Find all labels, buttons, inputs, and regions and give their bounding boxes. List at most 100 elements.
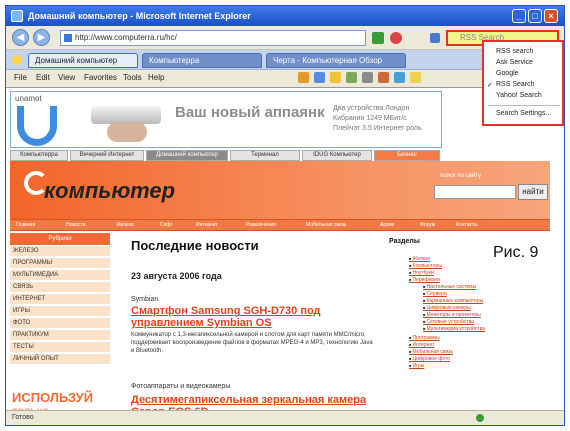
print-icon[interactable]	[362, 72, 373, 83]
tree-link[interactable]: Цифровые камеры	[423, 305, 471, 311]
banner-ad[interactable]: unamot Ваш новый аппаянк Два устройства …	[10, 91, 442, 148]
site-tab[interactable]: IDUG Компьютер	[302, 150, 372, 161]
menu-file[interactable]: File	[14, 73, 27, 82]
left-sidebar-header: Рубрики	[10, 233, 110, 245]
tree-link[interactable]: Сетевые устройства	[423, 319, 474, 325]
site-search-input[interactable]	[434, 185, 516, 199]
favorites-star-icon[interactable]	[12, 55, 22, 65]
menu-tools[interactable]: Tools	[123, 73, 142, 82]
nav-item[interactable]: Новости	[66, 222, 85, 229]
nav-item[interactable]: Интернет	[196, 222, 218, 229]
menu-edit[interactable]: Edit	[36, 73, 50, 82]
title-bar: Домашний компьютер - Microsoft Internet …	[6, 6, 564, 26]
favorites-icon[interactable]	[330, 72, 341, 83]
tree-link[interactable]: Интернет	[409, 342, 435, 348]
nav-item[interactable]: Архив	[380, 222, 394, 229]
sidebar-item[interactable]: ПРОГРАММЫ	[10, 258, 110, 269]
site-search-hint: поиск по сайту	[440, 173, 481, 179]
checkmark-icon: ✓	[487, 82, 493, 89]
ad-hand-image	[107, 122, 147, 142]
news-heading: Последние новости	[131, 238, 259, 253]
tree-link[interactable]: Сервера	[423, 291, 447, 297]
tree-link[interactable]: Игры	[409, 363, 425, 369]
nav-item[interactable]: Железо	[116, 222, 134, 229]
menu-favorites[interactable]: Favorites	[84, 73, 117, 82]
tree-link[interactable]: Карманные компьютеры	[423, 298, 484, 304]
ad-logo: unamot	[15, 94, 42, 103]
site-tab[interactable]: Бизнес	[374, 150, 440, 161]
sidebar-item[interactable]: ИНТЕРНЕТ	[10, 294, 110, 305]
search-provider-item[interactable]: Yahoo! Search	[496, 92, 542, 99]
back-icon[interactable]: ◀	[12, 29, 29, 46]
tree-link[interactable]: Мультимедиа устройства	[423, 326, 486, 332]
nav-item[interactable]: Форум	[420, 222, 435, 229]
close-button[interactable]: ×	[544, 9, 558, 23]
article-text: Коммуникатор с 1,3-мегапиксельной камеро…	[131, 332, 373, 354]
search-engine-icon[interactable]	[430, 33, 440, 43]
window-title: Домашний компьютер - Microsoft Internet …	[28, 11, 251, 21]
site-tab[interactable]: Терминал	[230, 150, 300, 161]
mail-icon[interactable]	[378, 72, 389, 83]
sidebar-item[interactable]: ФОТО	[10, 318, 110, 329]
nav-item[interactable]: Софт	[160, 222, 173, 229]
history-icon[interactable]	[346, 72, 357, 83]
tree-link[interactable]: Компьютеры	[409, 263, 442, 269]
site-tab[interactable]: Вечерний Интернет	[70, 150, 144, 161]
menu-help[interactable]: Help	[148, 73, 164, 82]
tree-link[interactable]: Периферия	[409, 277, 440, 283]
page-icon-toolbar[interactable]	[410, 72, 421, 83]
search-provider-item[interactable]: RSS search	[496, 48, 533, 55]
tools-icon[interactable]	[394, 72, 405, 83]
feeds-icon[interactable]	[314, 72, 325, 83]
sidebar-item[interactable]: СВЯЗЬ	[10, 282, 110, 293]
site-section-tabs: Компьютерра Вечерний Интернет Домашний к…	[10, 150, 442, 161]
dropdown-divider	[488, 105, 560, 106]
site-brand[interactable]: компьютер	[44, 178, 175, 204]
tree-link[interactable]: Мониторы и проекторы	[423, 312, 481, 318]
search-provider-item[interactable]: Google	[496, 70, 519, 77]
tree-link[interactable]: Железо	[409, 256, 431, 262]
tab-review[interactable]: Черта - Компьютерная Обзор	[266, 53, 406, 68]
site-search-button[interactable]: найти	[518, 184, 548, 200]
nav-item[interactable]: Развлечения	[246, 222, 276, 229]
promo-line-1: ИСПОЛЬЗУЙ	[12, 390, 94, 405]
tree-link[interactable]: Цифровое фото	[409, 356, 451, 362]
url-text: http://www.computerra.ru/hc/	[75, 33, 177, 42]
internet-zone-icon	[476, 414, 484, 422]
maximize-button[interactable]: □	[528, 9, 542, 23]
tab-bar: Домашний компьютер Компьютерра Черта - К…	[6, 50, 564, 70]
sidebar-item[interactable]: ЖЕЛЕЗО	[10, 246, 110, 257]
tree-link[interactable]: Мобильная связь	[409, 349, 454, 355]
sidebar-item[interactable]: ИГРЫ	[10, 306, 110, 317]
go-icon[interactable]	[372, 32, 384, 44]
refresh-icon[interactable]	[390, 32, 402, 44]
tree-link[interactable]: Настольные системы	[423, 284, 477, 290]
tree-link[interactable]: Ноутбуки	[409, 270, 434, 276]
menu-view[interactable]: View	[58, 73, 75, 82]
sidebar-item[interactable]: МУЛЬТИМЕДИА	[10, 270, 110, 281]
ie-window: Домашний компьютер - Microsoft Internet …	[5, 5, 565, 426]
search-provider-item[interactable]: Ask Service	[496, 59, 533, 66]
url-field[interactable]: http://www.computerra.ru/hc/	[60, 30, 366, 46]
tab-computerra[interactable]: Компьютерра	[142, 53, 262, 68]
search-provider-item-selected[interactable]: RSS Search	[496, 81, 535, 88]
minimize-button[interactable]: _	[512, 9, 526, 23]
nav-item[interactable]: Контакты	[456, 222, 478, 229]
ie-icon	[11, 10, 23, 22]
home-icon[interactable]	[298, 72, 309, 83]
nav-item[interactable]: Мобильная связь	[306, 222, 347, 229]
site-tab-active[interactable]: Домашний компьютер	[146, 150, 228, 161]
sidebar-item[interactable]: ПРАКТИКУМ	[10, 330, 110, 341]
page-icon	[64, 34, 72, 42]
nav-item[interactable]: Главная	[16, 222, 35, 229]
tab-home-computer[interactable]: Домашний компьютер	[28, 53, 138, 68]
article-title-link[interactable]: Смартфон Samsung SGH-D730 под управление…	[131, 305, 371, 329]
sidebar-item[interactable]: ТЕСТЫ	[10, 342, 110, 353]
tree-link[interactable]: Программы	[409, 335, 440, 341]
site-header: компьютер поиск по сайту найти	[10, 161, 550, 219]
sidebar-item[interactable]: ЛИЧНЫЙ ОПЫТ	[10, 354, 110, 365]
site-tab[interactable]: Компьютерра	[10, 150, 68, 161]
forward-icon[interactable]: ▶	[33, 29, 50, 46]
search-settings-item[interactable]: Search Settings...	[496, 110, 551, 117]
address-bar: ◀ ▶ http://www.computerra.ru/hc/ RSS Sea…	[6, 26, 564, 50]
